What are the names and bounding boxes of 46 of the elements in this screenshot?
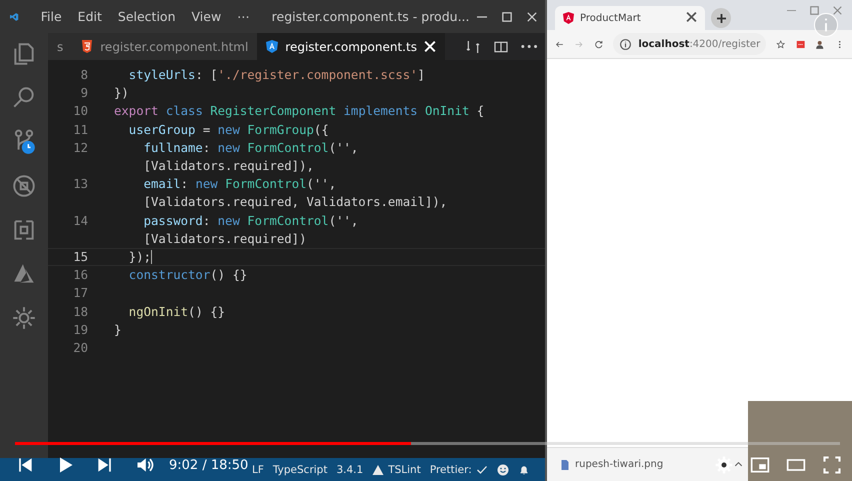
tab-title: ProductMart	[580, 12, 641, 24]
code-line: styleUrls: ['./register.component.scss']	[128, 68, 425, 82]
line-number: 18	[73, 304, 88, 319]
editor-tab[interactable]: s	[48, 33, 72, 60]
address-bar[interactable]: localhost:4200/register	[613, 33, 766, 55]
menu-item[interactable]: Selection	[110, 9, 184, 24]
code-line: }	[114, 322, 122, 337]
editor-tab[interactable]: register.component.html	[72, 33, 258, 60]
status-item[interactable]: LF	[252, 464, 264, 476]
line-number: 10	[73, 104, 88, 118]
status-item[interactable]: Prettier:	[430, 464, 472, 476]
editor-tab[interactable]: register.component.ts	[257, 33, 445, 60]
line-number: 11	[73, 122, 88, 137]
line-number: 13	[73, 177, 88, 192]
line-number: 12	[73, 140, 88, 155]
code-line: userGroup = new FormGroup({	[128, 122, 329, 137]
line-number: 8	[80, 68, 88, 82]
code-line: constructor() {}	[128, 268, 248, 282]
line-number: 20	[73, 340, 88, 355]
code-line: });	[128, 250, 152, 264]
code-line: [Validators.required])	[142, 232, 306, 246]
code-line: fullname: new FormControl('',	[142, 140, 358, 155]
line-number: 15	[73, 250, 88, 264]
browser-tab[interactable]: ProductMart	[555, 6, 705, 30]
window-title: register.component.ts - produ...	[272, 9, 470, 24]
code-line: password: new FormControl('',	[142, 214, 358, 228]
status-item[interactable]: TSLint	[388, 464, 421, 476]
code-line: email: new FormControl('',	[142, 177, 336, 192]
code-line: [Validators.required, Validators.email]),	[142, 195, 448, 210]
code-line: ngOnInit() {}	[128, 304, 226, 319]
time-display: 9:02 / 18:50	[169, 458, 248, 472]
line-number: 19	[73, 322, 88, 337]
code-line: export class RegisterComponent implements OnInit {	[114, 104, 484, 118]
line-number: 17	[73, 286, 88, 300]
menu-item[interactable]: ⋯	[229, 9, 258, 24]
code-line: [Validators.required]),	[142, 159, 314, 174]
status-item[interactable]: 3.4.1	[336, 464, 364, 476]
menu-item[interactable]: Edit	[70, 9, 110, 24]
code-line: })	[114, 86, 129, 100]
line-number: 14	[73, 214, 88, 228]
menu-item[interactable]: View	[184, 9, 230, 24]
line-number: 9	[80, 86, 88, 100]
line-number: 16	[73, 268, 88, 282]
menu-item[interactable]: File	[32, 9, 70, 24]
status-item[interactable]: TypeScript	[272, 464, 328, 476]
download-name[interactable]: rupesh-tiwari.png	[575, 459, 664, 470]
